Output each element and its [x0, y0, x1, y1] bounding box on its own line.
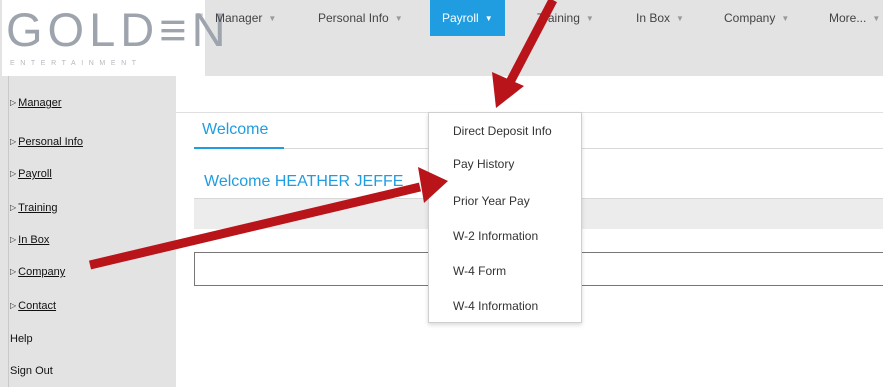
nav-company[interactable]: Company ▼ — [724, 0, 789, 36]
welcome-heading: Welcome HEATHER JEFFE — [204, 173, 404, 190]
sidebar-item-in-box[interactable]: ▷ In Box — [10, 234, 49, 246]
menu-item-pay-history[interactable]: Pay History — [453, 157, 514, 171]
caret-down-icon: ▼ — [872, 14, 881, 23]
nav-in-box[interactable]: In Box ▼ — [636, 0, 684, 36]
tabs-divider — [284, 148, 883, 149]
nav-label: Manager — [215, 11, 263, 25]
active-tab-indicator — [194, 147, 284, 149]
sidebar-item-label: Company — [18, 266, 66, 278]
sidebar-item-company[interactable]: ▷ Company — [10, 266, 65, 278]
expand-triangle-icon: ▷ — [10, 203, 17, 212]
nav-more[interactable]: More... ▼ — [829, 0, 880, 36]
expand-triangle-icon: ▷ — [10, 169, 17, 178]
sidebar-item-label: Sign Out — [10, 365, 53, 377]
nav-personal-info[interactable]: Personal Info ▼ — [318, 0, 403, 36]
logo-trademark: ™ — [196, 13, 203, 20]
sidebar-item-label: In Box — [18, 234, 50, 246]
expand-triangle-icon: ▷ — [10, 267, 17, 276]
nav-label: In Box — [636, 11, 671, 25]
caret-down-icon: ▼ — [268, 14, 277, 23]
golden-entertainment-logo[interactable]: GOLD≡N ™ ENTERTAINMENT — [2, 0, 226, 76]
sidebar-item-payroll[interactable]: ▷ Payroll — [10, 168, 52, 180]
nav-training[interactable]: Training ▼ — [537, 0, 594, 36]
sidebar-divider — [8, 76, 9, 387]
menu-item-w2-information[interactable]: W-2 Information — [453, 229, 538, 243]
top-navigation — [176, 76, 883, 113]
logo-wordmark: GOLD≡N — [6, 3, 231, 56]
nav-label: Personal Info — [318, 11, 389, 25]
nav-label: Payroll — [442, 11, 479, 25]
sidebar-item-label: Help — [10, 333, 33, 345]
sidebar-item-label: Training — [18, 202, 58, 214]
expand-triangle-icon: ▷ — [10, 301, 17, 310]
caret-down-icon: ▼ — [585, 14, 594, 23]
menu-item-w4-information[interactable]: W-4 Information — [453, 299, 538, 313]
caret-down-icon: ▼ — [781, 14, 790, 23]
sidebar-item-manager[interactable]: ▷ Manager — [10, 97, 62, 109]
payroll-dropdown-menu: Direct Deposit Info Pay History Prior Ye… — [428, 112, 582, 323]
sidebar-item-label: Payroll — [18, 168, 52, 180]
expand-triangle-icon: ▷ — [10, 137, 17, 146]
sidebar-item-contact[interactable]: ▷ Contact — [10, 300, 56, 312]
tab-welcome[interactable]: Welcome — [202, 121, 268, 139]
sidebar-item-help[interactable]: Help — [10, 333, 33, 345]
logo-subtitle: ENTERTAINMENT — [10, 60, 142, 67]
nav-label: Training — [537, 11, 580, 25]
nav-manager[interactable]: Manager ▼ — [215, 0, 276, 36]
nav-label: More... — [829, 11, 867, 25]
nav-payroll[interactable]: Payroll ▼ — [430, 0, 505, 36]
menu-item-w4-form[interactable]: W-4 Form — [453, 264, 506, 278]
caret-down-icon: ▼ — [484, 14, 493, 23]
nav-label: Company — [724, 11, 776, 25]
sidebar-item-personal-info[interactable]: ▷ Personal Info — [10, 136, 83, 148]
sidebar-item-label: Contact — [18, 300, 57, 312]
sidebar-item-training[interactable]: ▷ Training — [10, 202, 58, 214]
sidebar-item-label: Personal Info — [18, 136, 83, 148]
menu-item-prior-year-pay[interactable]: Prior Year Pay — [453, 194, 530, 208]
menu-item-direct-deposit-info[interactable]: Direct Deposit Info — [453, 124, 552, 138]
sidebar-item-label: Manager — [18, 97, 62, 109]
caret-down-icon: ▼ — [676, 14, 684, 23]
expand-triangle-icon: ▷ — [10, 98, 17, 107]
sidebar-item-sign-out[interactable]: Sign Out — [10, 365, 53, 377]
expand-triangle-icon: ▷ — [10, 235, 17, 244]
caret-down-icon: ▼ — [394, 14, 403, 23]
